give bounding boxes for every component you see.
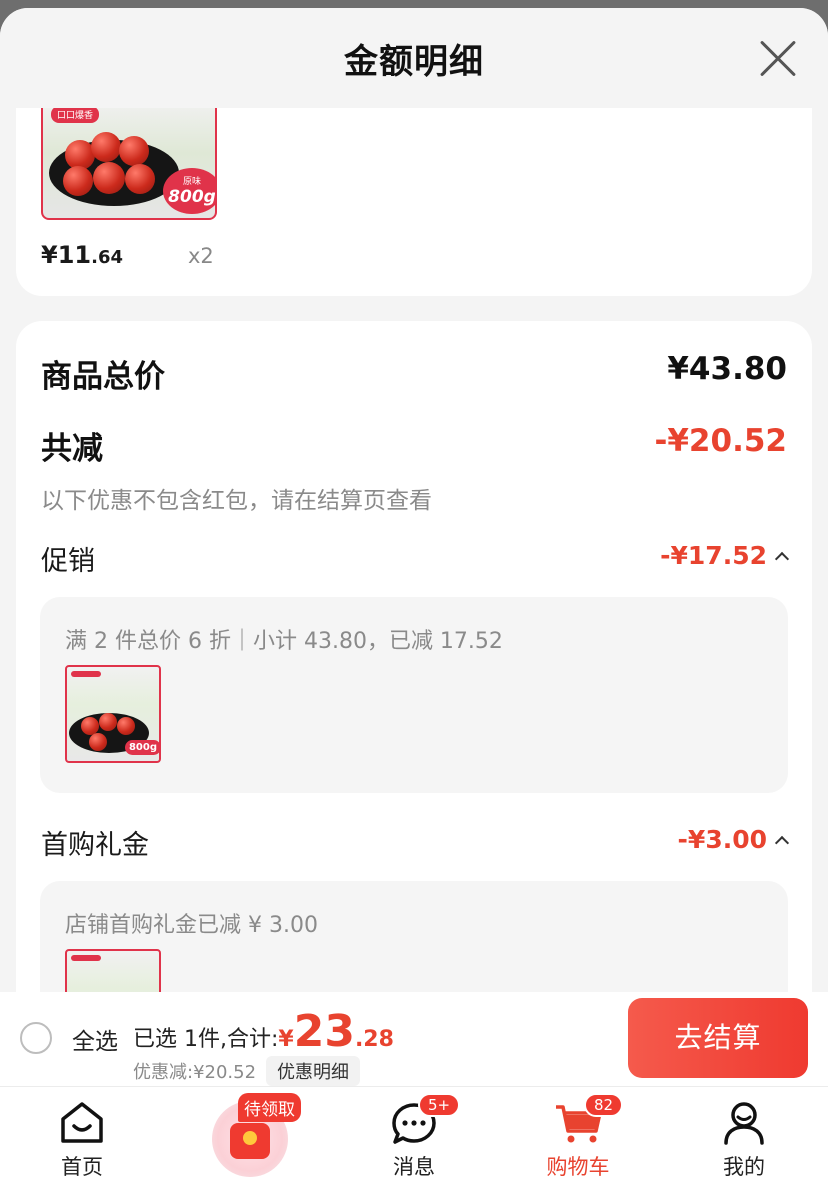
envelope-coin (243, 1131, 257, 1145)
product-weight-text: 800g (168, 187, 216, 207)
thumb-label-strip (71, 671, 101, 677)
promotion-value-text: -¥17.52 (660, 541, 767, 570)
promo-badge: 待领取 (238, 1093, 301, 1122)
product-image[interactable]: 口口爆香 原味 800g (41, 98, 217, 220)
select-all-radio[interactable] (20, 1022, 52, 1054)
promotion-label: 促销 (41, 546, 95, 577)
promotion-detail-box: 满 2 件总价 6 折｜小计 43.80，已减 17.52 800g (40, 597, 788, 793)
tab-home-label: 首页 (61, 1155, 103, 1179)
selected-count-text: 已选 1件,合计: (133, 1027, 279, 1052)
promotion-value: -¥17.52 (660, 541, 790, 570)
checkout-bar: 全选 已选 1件,合计:¥23.28 优惠减:¥20.52 优惠明细 去结算 (0, 992, 828, 1086)
chevron-up-icon[interactable] (774, 835, 790, 851)
reduce-label: 共减 (41, 431, 103, 467)
first-purchase-row[interactable]: 首购礼金 -¥3.00 (41, 823, 790, 863)
promotion-detail-text: 满 2 件总价 6 折｜小计 43.80，已减 17.52 (65, 629, 503, 654)
tab-cart-label: 购物车 (546, 1155, 610, 1179)
messages-badge: 5+ (418, 1093, 461, 1117)
product-flavor-text: 原味 (182, 177, 201, 187)
reduce-note: 以下优惠不包含红包，请在结算页查看 (41, 488, 432, 514)
product-image-ball (63, 166, 93, 196)
tab-home[interactable]: 首页 (22, 1087, 142, 1187)
promotion-row[interactable]: 促销 -¥17.52 (41, 539, 790, 579)
checkout-button[interactable]: 去结算 (628, 998, 808, 1078)
thumb-ball (99, 713, 117, 731)
product-price: ¥11.64 (41, 241, 123, 269)
home-icon (61, 1102, 103, 1143)
product-image-ball (93, 162, 125, 194)
thumb-ball (117, 717, 135, 735)
user-icon (724, 1102, 764, 1145)
bottom-tab-bar: 首页 待领取 5+ 消息 82 购物车 我的 (0, 1086, 828, 1187)
discount-detail-button[interactable]: 优惠明细 (266, 1056, 361, 1086)
total-row: 商品总价 ¥43.80 (41, 351, 787, 395)
thumb-weight-badge: 800g (124, 740, 159, 755)
product-quantity: x2 (188, 244, 214, 268)
tab-mine[interactable]: 我的 (684, 1087, 804, 1187)
total-value: ¥43.80 (667, 351, 787, 387)
tab-cart[interactable]: 82 购物车 (518, 1087, 638, 1187)
total-integer: 23 (293, 1006, 355, 1057)
promotion-product-thumb[interactable]: 800g (65, 665, 161, 763)
product-price-decimal: .64 (91, 247, 123, 268)
select-all-label[interactable]: 全选 (72, 1022, 118, 1056)
product-price-int: ¥11 (41, 241, 92, 269)
total-currency: ¥ (278, 1027, 294, 1052)
product-image-ball (125, 164, 155, 194)
thumb-ball (89, 733, 107, 751)
first-purchase-detail-text: 店铺首购礼金已减 ¥ 3.00 (65, 913, 318, 938)
reduce-value: -¥20.52 (654, 423, 788, 459)
product-image-ball (91, 132, 121, 162)
discount-line: 优惠减:¥20.52 优惠明细 (133, 1056, 361, 1086)
first-purchase-value-text: -¥3.00 (677, 825, 767, 854)
cart-badge: 82 (584, 1093, 624, 1117)
reduce-row: 共减 -¥20.52 (41, 423, 788, 467)
tab-messages[interactable]: 5+ 消息 (354, 1087, 474, 1187)
total-label: 商品总价 (41, 359, 165, 395)
selected-total: 已选 1件,合计:¥23.28 (133, 1006, 394, 1057)
tab-messages-label: 消息 (393, 1155, 435, 1179)
total-decimal: .28 (354, 1027, 394, 1052)
first-purchase-label: 首购礼金 (41, 830, 149, 861)
product-weight-badge: 原味 800g (163, 168, 216, 214)
discount-text: 优惠减:¥20.52 (133, 1062, 257, 1083)
close-icon[interactable] (758, 38, 798, 78)
chevron-up-icon[interactable] (774, 551, 790, 567)
thumb-label-strip (71, 955, 101, 961)
product-image-ball (119, 136, 149, 166)
product-image-tag: 口口爆香 (51, 106, 100, 123)
tab-mine-label: 我的 (723, 1155, 765, 1179)
sheet-header: 金额明细 (0, 8, 828, 108)
sheet-title: 金额明细 (344, 42, 484, 82)
first-purchase-value: -¥3.00 (677, 825, 790, 854)
